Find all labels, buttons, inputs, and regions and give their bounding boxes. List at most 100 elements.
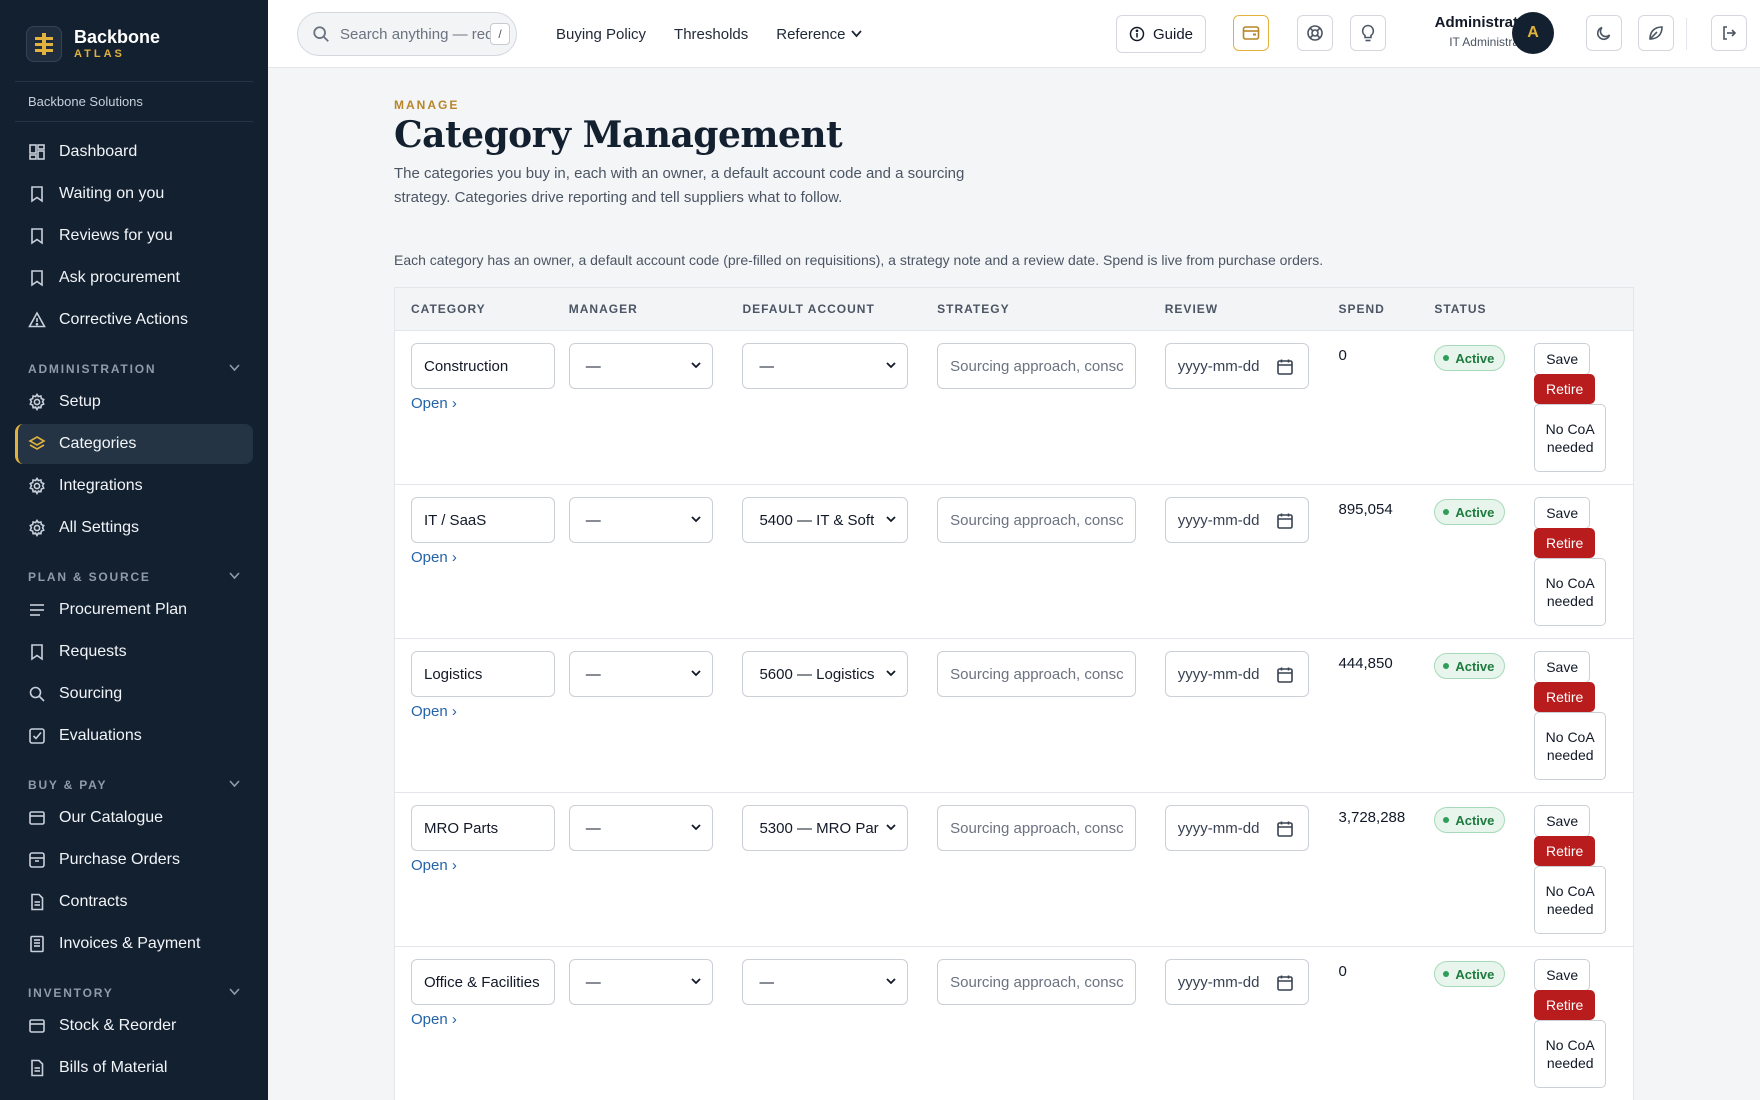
manager-value: —	[585, 665, 601, 683]
review-date-input[interactable]: yyyy-mm-dd	[1164, 651, 1309, 697]
category-name-input[interactable]: MRO Parts	[411, 805, 555, 851]
sidebar-item-label: Waiting on you	[59, 185, 165, 202]
save-button[interactable]: Save	[1534, 805, 1591, 837]
nav-thresholds[interactable]: Thresholds	[674, 26, 748, 43]
help-button[interactable]	[1297, 15, 1333, 51]
no-coa-needed-button[interactable]: No CoA needed	[1534, 1020, 1607, 1088]
retire-button[interactable]: Retire	[1534, 990, 1596, 1020]
strategy-input[interactable]: Sourcing approach, consc	[937, 805, 1137, 851]
manager-select[interactable]: —	[568, 805, 713, 851]
sidebar-item-replenishment-runs[interactable]: Replenishment Runs	[15, 1090, 253, 1100]
no-coa-needed-button[interactable]: No CoA needed	[1534, 404, 1607, 472]
bookmark-icon	[28, 227, 46, 245]
search-box[interactable]: /	[297, 12, 517, 56]
category-name-input[interactable]: IT / SaaS	[411, 497, 555, 543]
sidebar-item-bills-of-material[interactable]: Bills of Material	[15, 1048, 253, 1088]
manager-select[interactable]: —	[568, 343, 713, 389]
sidebar-item-dashboard[interactable]: Dashboard	[15, 132, 253, 172]
feedback-button[interactable]	[1638, 15, 1674, 51]
sidebar-section-buy-and-pay[interactable]: BUY & PAY	[15, 758, 253, 798]
review-date-input[interactable]: yyyy-mm-dd	[1164, 805, 1309, 851]
dark-mode-button[interactable]	[1586, 15, 1622, 51]
no-coa-needed-button[interactable]: No CoA needed	[1534, 712, 1607, 780]
strategy-input[interactable]: Sourcing approach, consc	[937, 959, 1137, 1005]
sidebar-section-title: INVENTORY	[28, 986, 114, 1000]
manager-select[interactable]: —	[568, 651, 713, 697]
sidebar-item-our-catalogue[interactable]: Our Catalogue	[15, 798, 253, 838]
sidebar-item-corrective-actions[interactable]: Corrective Actions	[15, 300, 253, 340]
default-account-select[interactable]: 5600 — Logistics	[742, 651, 909, 697]
default-account-select[interactable]: —	[742, 343, 909, 389]
category-name-value: Construction	[424, 357, 509, 375]
guide-button[interactable]: Guide	[1116, 15, 1206, 53]
category-name-value: MRO Parts	[424, 819, 499, 837]
chevron-down-icon	[691, 362, 701, 369]
table-row: IT / SaaS Open › — 5400 — IT & Soft Sour…	[395, 485, 1633, 639]
manager-cell: —	[568, 331, 743, 484]
retire-button[interactable]: Retire	[1534, 836, 1596, 866]
review-date-input[interactable]: yyyy-mm-dd	[1164, 497, 1309, 543]
open-category-link[interactable]: Open ›	[411, 703, 457, 720]
open-category-link[interactable]: Open ›	[411, 1011, 457, 1028]
sidebar-item-ask-procurement[interactable]: Ask procurement	[15, 258, 253, 298]
strategy-input[interactable]: Sourcing approach, consc	[937, 497, 1137, 543]
sidebar-item-purchase-orders[interactable]: Purchase Orders	[15, 840, 253, 880]
sidebar-item-invoices-and-payment[interactable]: Invoices & Payment	[15, 924, 253, 964]
review-date-input[interactable]: yyyy-mm-dd	[1164, 343, 1309, 389]
avatar[interactable]: A	[1512, 12, 1554, 54]
sidebar-item-all-settings[interactable]: All Settings	[15, 508, 253, 548]
review-date-input[interactable]: yyyy-mm-dd	[1164, 959, 1309, 1005]
sidebar-item-stock-and-reorder[interactable]: Stock & Reorder	[15, 1006, 253, 1046]
sidebar-section-inventory[interactable]: INVENTORY	[15, 966, 253, 1006]
sidebar-item-requests[interactable]: Requests	[15, 632, 253, 672]
open-category-link[interactable]: Open ›	[411, 395, 457, 412]
sidebar-item-setup[interactable]: Setup	[15, 382, 253, 422]
wallet-button[interactable]	[1233, 15, 1269, 51]
sidebar-item-integrations[interactable]: Integrations	[15, 466, 253, 506]
sidebar-section-administration[interactable]: ADMINISTRATION	[15, 342, 253, 382]
sidebar-item-contracts[interactable]: Contracts	[15, 882, 253, 922]
sidebar-item-label: Our Catalogue	[59, 809, 164, 826]
nav-buying-policy[interactable]: Buying Policy	[556, 26, 646, 43]
strategy-input[interactable]: Sourcing approach, consc	[937, 651, 1137, 697]
sidebar-item-label: Invoices & Payment	[59, 935, 201, 952]
save-button[interactable]: Save	[1534, 343, 1591, 375]
category-name-input[interactable]: Construction	[411, 343, 555, 389]
sidebar-item-label: Evaluations	[59, 727, 142, 744]
sidebar-item-waiting-on-you[interactable]: Waiting on you	[15, 174, 253, 214]
strategy-input[interactable]: Sourcing approach, consc	[937, 343, 1137, 389]
sidebar-item-reviews-for-you[interactable]: Reviews for you	[15, 216, 253, 256]
open-category-link[interactable]: Open ›	[411, 549, 457, 566]
logout-button[interactable]	[1711, 15, 1747, 51]
status-dot-icon	[1443, 355, 1450, 361]
default-account-select[interactable]: 5400 — IT & Soft	[742, 497, 909, 543]
sidebar-item-evaluations[interactable]: Evaluations	[15, 716, 253, 756]
checkbox-icon	[28, 727, 46, 745]
save-button[interactable]: Save	[1534, 959, 1591, 991]
default-account-select[interactable]: —	[742, 959, 909, 1005]
manager-select[interactable]: —	[568, 497, 713, 543]
status-cell: Active	[1434, 639, 1534, 792]
sidebar-item-sourcing[interactable]: Sourcing	[15, 674, 253, 714]
manager-select[interactable]: —	[568, 959, 713, 1005]
retire-button[interactable]: Retire	[1534, 528, 1596, 558]
default-account-select[interactable]: 5300 — MRO Par	[742, 805, 909, 851]
save-button[interactable]: Save	[1534, 497, 1591, 529]
search-input[interactable]	[340, 25, 490, 43]
sidebar-section-plan-and-source[interactable]: PLAN & SOURCE	[15, 550, 253, 590]
category-name-input[interactable]: Logistics	[411, 651, 555, 697]
status-cell: Active	[1434, 331, 1534, 484]
no-coa-needed-button[interactable]: No CoA needed	[1534, 866, 1607, 934]
save-button[interactable]: Save	[1534, 651, 1591, 683]
account-cell: 5600 — Logistics	[742, 639, 937, 792]
no-coa-needed-button[interactable]: No CoA needed	[1534, 558, 1607, 626]
retire-button[interactable]: Retire	[1534, 682, 1596, 712]
retire-button[interactable]: Retire	[1534, 374, 1596, 404]
nav-reference[interactable]: Reference	[776, 26, 863, 43]
brand[interactable]: Backbone ATLAS	[15, 0, 253, 82]
sidebar-item-procurement-plan[interactable]: Procurement Plan	[15, 590, 253, 630]
sidebar-item-categories[interactable]: Categories	[15, 424, 253, 464]
category-name-input[interactable]: Office & Facilities	[411, 959, 555, 1005]
open-category-link[interactable]: Open ›	[411, 857, 457, 874]
ideas-button[interactable]	[1350, 15, 1386, 51]
